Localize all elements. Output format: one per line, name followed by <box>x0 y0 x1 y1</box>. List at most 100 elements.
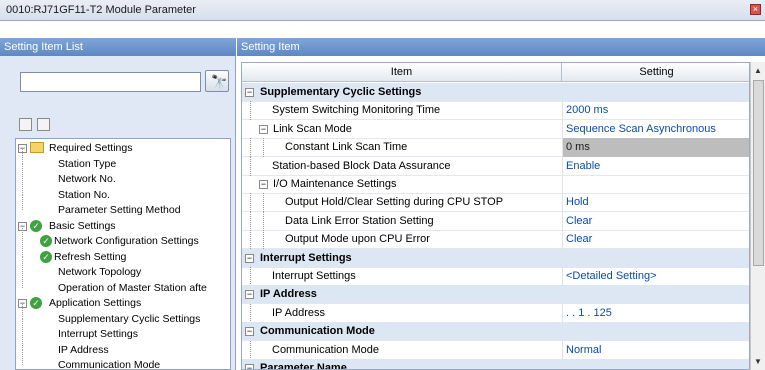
scroll-up-icon[interactable]: ▲ <box>754 66 762 75</box>
tree-connector <box>263 193 264 213</box>
grid-setting-value[interactable]: Hold <box>562 193 749 213</box>
tree-connector <box>22 195 23 210</box>
tree-connector <box>263 211 264 231</box>
tree-item-label: Communication Mode <box>58 359 161 370</box>
tree-item-label: Supplementary Cyclic Settings <box>58 312 201 325</box>
tree-item-label: Parameter Setting Method <box>58 204 181 216</box>
tree-connector <box>22 241 23 257</box>
grid-item-label: Output Mode upon CPU Error <box>285 233 430 246</box>
close-icon[interactable]: × <box>750 4 761 15</box>
grid-row[interactable]: − Link Scan Mode Sequence Scan Asynchronou… <box>242 119 749 139</box>
window-titlebar: 0010:RJ71GF11-T2 Module Parameter × <box>0 0 765 21</box>
grid-group-row[interactable]: − Interrupt Settings <box>242 248 749 268</box>
grid-setting-value[interactable]: 0 ms <box>562 138 749 158</box>
column-header-setting[interactable]: Setting <box>562 63 749 82</box>
tree-connector <box>22 257 23 272</box>
grid-item-label: Constant Link Scan Time <box>285 141 408 154</box>
setting-tree: − Required Settings Station Type Network No… <box>15 138 231 370</box>
check-icon: ✓ <box>30 297 42 309</box>
grid-setting-value <box>562 83 749 102</box>
tree-connector <box>22 350 23 365</box>
tree-item-label: Required Settings <box>49 142 133 154</box>
tree-connector <box>22 164 23 179</box>
grid-item-label: Link Scan Mode <box>273 122 352 135</box>
tree-connector <box>250 193 251 213</box>
grid-setting-value[interactable]: Clear <box>562 211 749 231</box>
collapse-all-icon[interactable] <box>37 118 50 131</box>
grid-item-label: Output Hold/Clear Setting during CPU STO… <box>285 196 504 209</box>
grid-group-row[interactable]: − Supplementary Cyclic Settings <box>242 83 749 102</box>
tree-connector <box>250 267 251 286</box>
tree-connector <box>250 340 251 360</box>
grid-setting-value[interactable]: . . 1 . 125 <box>562 303 749 323</box>
folder-icon <box>30 142 44 153</box>
tree-item-label: Operation of Master Station afte <box>58 281 207 294</box>
setting-item-list-panel: 🔭 − Required Settings Station Type Network … <box>0 56 236 370</box>
column-header-item[interactable]: Item <box>242 63 562 82</box>
collapse-icon[interactable]: − <box>259 124 268 134</box>
grid-setting-value[interactable]: Clear <box>562 230 749 250</box>
collapse-icon[interactable]: − <box>245 88 254 97</box>
grid-setting-value[interactable]: Normal <box>562 340 749 360</box>
tree-item-label: Network Configuration Settings <box>54 235 199 247</box>
tree-connector <box>22 319 23 334</box>
tree-item-label: Interrupt Settings <box>58 328 138 340</box>
collapse-icon[interactable]: − <box>245 364 254 369</box>
collapse-icon[interactable]: − <box>245 327 254 337</box>
grid-setting-value <box>562 322 749 342</box>
grid-item-label: Data Link Error Station Setting <box>285 214 434 227</box>
grid-row[interactable]: Output Hold/Clear Setting during CPU STO… <box>242 193 749 213</box>
tree-connector <box>250 138 251 158</box>
grid-row[interactable]: Output Mode upon CPU Error Clear <box>242 230 749 250</box>
collapse-icon[interactable]: − <box>245 253 254 263</box>
grid-row[interactable]: Data Link Error Station Setting Clear <box>242 211 749 231</box>
grid-row[interactable]: IP Address . . 1 . 125 <box>242 303 749 323</box>
scroll-thumb[interactable] <box>753 80 764 266</box>
grid-row[interactable]: Station-based Block Data Assurance Enable <box>242 156 749 176</box>
tree-connector <box>250 156 251 176</box>
grid-setting-value[interactable]: Sequence Scan Asynchronous <box>562 119 749 139</box>
grid-setting-value[interactable]: 2000 ms <box>562 101 749 121</box>
setting-item-list-header: Setting Item List <box>0 38 236 56</box>
tree-connector <box>250 230 251 250</box>
tree-connector <box>22 179 23 195</box>
tree-item-label: Refresh Setting <box>54 250 127 263</box>
tree-item-label: Application Settings <box>49 297 142 309</box>
tree-item-label: IP Address <box>58 343 109 356</box>
tree-connector <box>250 101 251 121</box>
tree-toolbar <box>19 118 55 134</box>
grid-setting-value <box>562 285 749 305</box>
grid-item-label: Supplementary Cyclic Settings <box>260 86 422 98</box>
tree-connector <box>22 272 23 288</box>
grid-row[interactable]: System Switching Monitoring Time 2000 ms <box>242 101 749 121</box>
grid-group-row[interactable]: − IP Address <box>242 285 749 305</box>
collapse-icon[interactable]: − <box>245 290 254 300</box>
tree-connector <box>22 148 23 164</box>
search-input[interactable] <box>20 72 201 92</box>
collapse-icon[interactable]: − <box>259 180 268 189</box>
tree-connector <box>250 211 251 231</box>
grid-row[interactable]: Constant Link Scan Time 0 ms <box>242 138 749 158</box>
tree-item-label: Basic Settings <box>49 219 116 232</box>
grid-item-label: Interrupt Settings <box>260 251 352 264</box>
grid-group-row[interactable]: − Communication Mode <box>242 322 749 342</box>
grid-row[interactable]: − I/O Maintenance Settings <box>242 175 749 194</box>
grid-group-row[interactable]: − Parameter Name <box>242 359 749 370</box>
grid-setting-value[interactable]: Enable <box>562 156 749 176</box>
grid-row[interactable]: Communication Mode Normal <box>242 340 749 360</box>
expand-all-icon[interactable] <box>19 118 32 131</box>
scroll-down-icon[interactable]: ▼ <box>754 357 762 366</box>
tree-connector <box>263 138 264 158</box>
grid-row[interactable]: Interrupt Settings <Detailed Setting> <box>242 267 749 286</box>
tree-connector <box>250 303 251 323</box>
check-icon: ✓ <box>40 235 52 247</box>
search-button[interactable]: 🔭 <box>205 70 229 92</box>
tree-connector <box>22 334 23 350</box>
check-icon: ✓ <box>30 219 42 232</box>
grid-item-label: IP Address <box>260 288 317 301</box>
grid-setting-value <box>562 359 749 369</box>
grid-setting-value[interactable]: <Detailed Setting> <box>562 267 749 286</box>
grid-item-label: Parameter Name <box>260 362 347 370</box>
grid-setting-value[interactable] <box>562 175 749 194</box>
vertical-scrollbar[interactable]: ▲ ▼ <box>750 62 765 370</box>
